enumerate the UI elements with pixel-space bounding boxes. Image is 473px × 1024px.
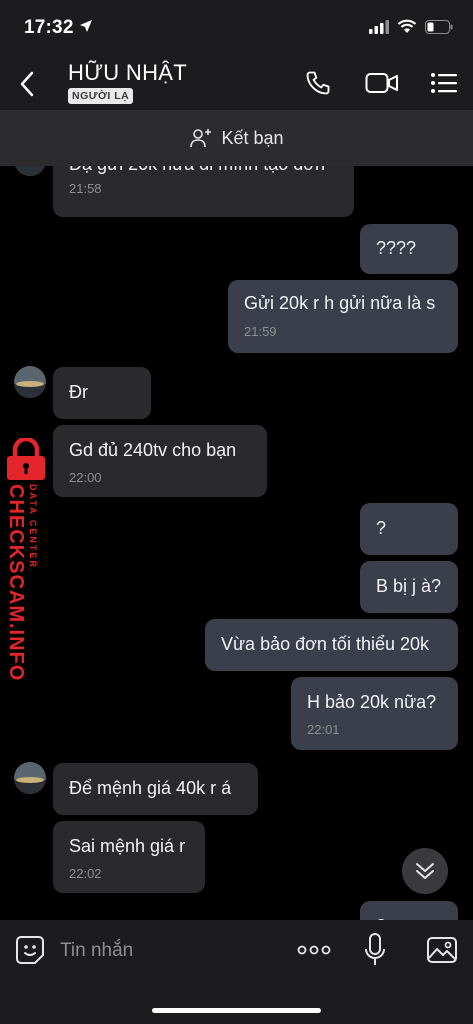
message-bubble-incoming[interactable]: Dạ gửi 20k nữa đi mình tạo đơn 21:58 [53, 166, 354, 217]
wifi-icon [397, 19, 417, 33]
add-friend-label: Kết bạn [221, 127, 284, 148]
message-bubble-outgoing[interactable]: H bảo 20k nữa? 22:01 [291, 677, 458, 750]
message-text: ???? [376, 238, 417, 258]
add-user-icon [190, 129, 212, 148]
message-bubble-outgoing[interactable]: Vừa bảo đơn tối thiểu 20k [205, 619, 458, 671]
watermark-subtitle: DATA CENTER [28, 484, 38, 569]
message-input[interactable]: Tin nhắn [60, 940, 133, 962]
avatar[interactable] [14, 762, 46, 794]
chat-header: HỮU NHẬT NGƯỜI LẠ [0, 56, 473, 110]
message-bubble-outgoing[interactable]: B bị j à? [360, 561, 458, 613]
more-dots-icon[interactable] [296, 934, 332, 966]
video-camera-icon[interactable] [364, 68, 400, 98]
message-bubble-incoming[interactable]: Sai mệnh giá r 22:02 [53, 821, 205, 893]
cellular-signal-icon [369, 19, 389, 34]
list-menu-icon[interactable] [428, 68, 460, 98]
watermark: CHECKSCAM.INFO DATA CENTER [0, 432, 56, 681]
message-bubble-outgoing[interactable]: ? [360, 503, 458, 555]
avatar[interactable] [14, 166, 46, 176]
message-text: Dạ gửi 20k nữa đi mình tạo đơn [69, 166, 325, 175]
status-time: 17:32 [24, 17, 74, 38]
message-time: 21:59 [244, 324, 277, 339]
message-text: Gd đủ 240tv cho bạn [69, 440, 237, 460]
message-text: Đr [69, 382, 88, 402]
add-friend-button[interactable]: Kết bạn [0, 110, 473, 166]
message-bubble-outgoing[interactable]: Gửi 20k r h gửi nữa là s 21:59 [228, 280, 458, 353]
message-time: 22:02 [69, 866, 102, 881]
message-time: 21:58 [69, 181, 102, 196]
message-text: Sai mệnh giá r [69, 836, 186, 856]
image-icon[interactable] [425, 934, 459, 966]
sticker-icon[interactable] [14, 934, 46, 966]
location-arrow-icon [80, 20, 92, 32]
message-list[interactable]: Dạ gửi 20k nữa đi mình tạo đơn 21:58 ???… [0, 166, 473, 920]
status-icons [369, 19, 453, 34]
message-text: ? [376, 518, 387, 538]
phone-icon[interactable] [302, 68, 334, 98]
chevron-left-icon[interactable] [16, 70, 40, 98]
message-text: Vừa bảo đơn tối thiểu 20k [221, 634, 429, 654]
message-time: 22:01 [307, 722, 340, 737]
battery-icon [425, 19, 453, 34]
scroll-to-bottom-button[interactable] [402, 848, 448, 894]
avatar[interactable] [14, 366, 46, 398]
double-chevron-down-icon [416, 863, 434, 879]
message-bubble-incoming[interactable]: Đr [53, 367, 151, 419]
contact-name[interactable]: HỮU NHẬT [68, 60, 187, 86]
microphone-icon[interactable] [362, 932, 388, 968]
message-text: B bị j à? [376, 576, 442, 596]
status-bar: 17:32 [0, 0, 473, 56]
composer-bar: Tin nhắn [0, 920, 473, 1024]
message-bubble-outgoing[interactable]: ???? [360, 224, 458, 274]
watermark-brand: CHECKSCAM.INFO [5, 484, 27, 682]
home-indicator[interactable] [152, 1008, 321, 1013]
message-text: Gửi 20k r h gửi nữa là s [244, 293, 436, 313]
message-text: H bảo 20k nữa? [307, 692, 437, 712]
message-time: 22:00 [69, 470, 102, 485]
message-bubble-incoming[interactable]: Để mệnh giá 40k r á [53, 763, 258, 815]
lock-icon [7, 438, 45, 480]
message-text: Để mệnh giá 40k r á [69, 778, 232, 798]
message-bubble-outgoing[interactable]: ? [360, 901, 458, 920]
stranger-badge: NGƯỜI LẠ [68, 88, 134, 104]
message-bubble-incoming[interactable]: Gd đủ 240tv cho bạn 22:00 [53, 425, 267, 497]
